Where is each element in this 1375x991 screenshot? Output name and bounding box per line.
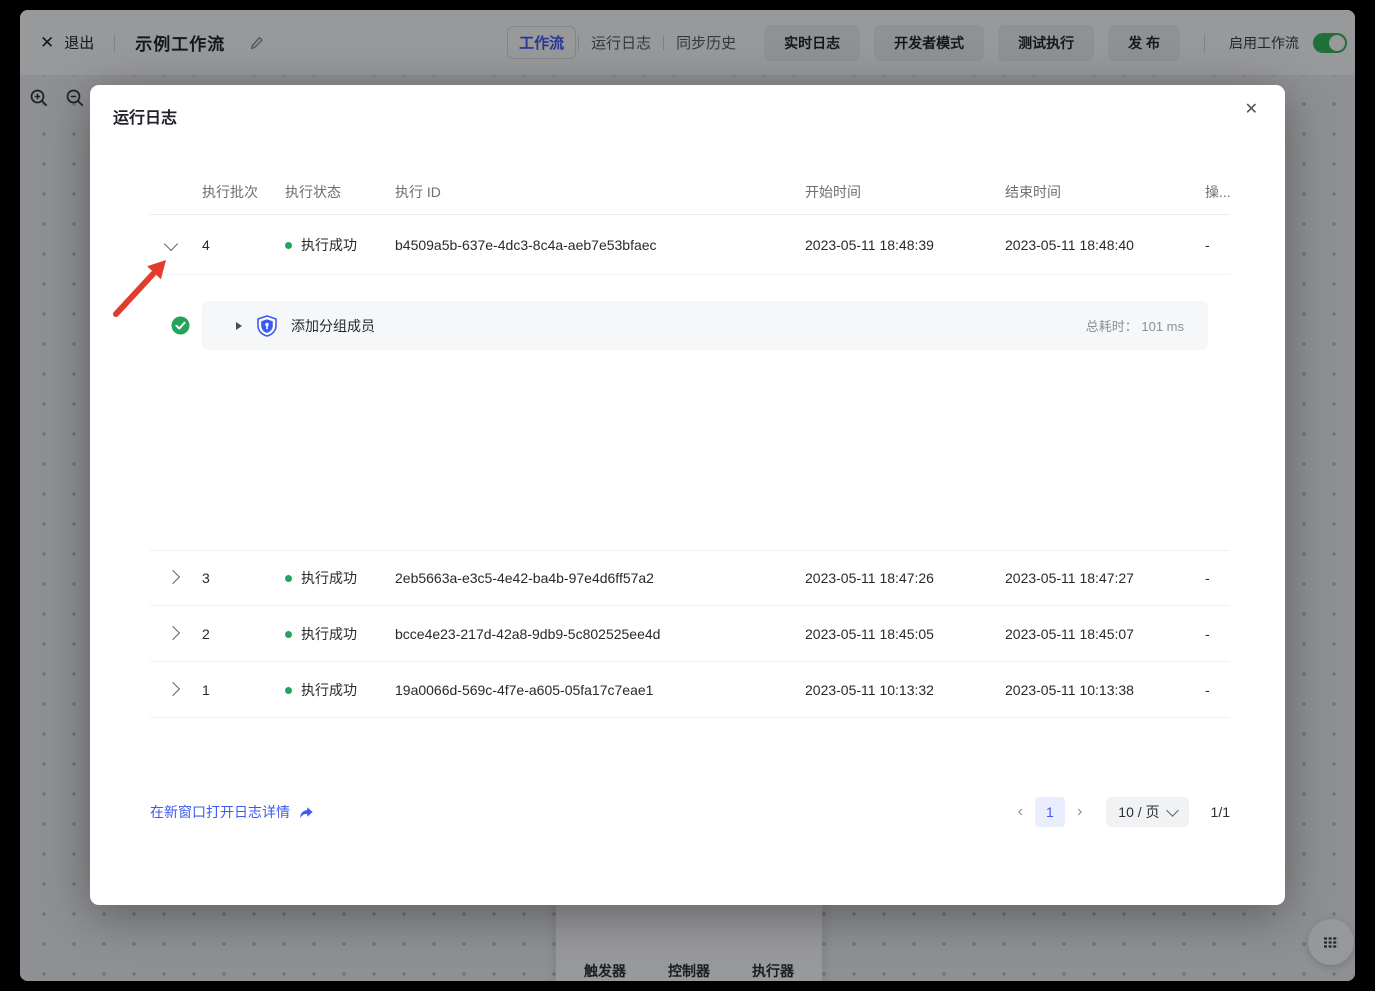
header-batch: 执行批次 [195, 182, 285, 202]
cell-exec-id: 19a0066d-569c-4f7e-a605-05fa17c7eae1 [390, 682, 805, 698]
success-check-icon [171, 316, 190, 340]
header-status: 执行状态 [285, 182, 390, 202]
prev-page-icon[interactable]: ‹ [1010, 804, 1031, 820]
cell-exec-id: b4509a5b-637e-4dc3-8c4a-aeb7e53bfaec [390, 237, 805, 253]
chevron-right-icon[interactable] [150, 569, 195, 587]
share-arrow-icon [298, 805, 314, 820]
cell-batch: 3 [195, 570, 285, 586]
status-dot-icon [285, 631, 292, 638]
cell-end-time: 2023-05-11 10:13:38 [1005, 682, 1205, 698]
cell-batch: 4 [195, 237, 285, 253]
chevron-right-icon[interactable] [150, 681, 195, 699]
cell-batch: 1 [195, 682, 285, 698]
step-row[interactable]: 添加分组成员 总耗时： 101 ms [202, 301, 1208, 350]
pagination: ‹ 1 › 10 / 页 1/1 [1010, 797, 1230, 827]
step-duration: 总耗时： 101 ms [1086, 316, 1184, 335]
table-row[interactable]: 2 执行成功 bcce4e23-217d-42a8-9db9-5c802525e… [150, 606, 1230, 662]
header-end-time: 结束时间 [1005, 182, 1205, 202]
chevron-down-icon[interactable] [150, 236, 195, 254]
step-shield-icon [255, 314, 279, 338]
cell-action: - [1205, 682, 1230, 698]
step-name: 添加分组成员 [291, 316, 375, 336]
cell-start-time: 2023-05-11 18:45:05 [805, 626, 1005, 642]
status-dot-icon [285, 687, 292, 694]
open-log-details-link[interactable]: 在新窗口打开日志详情 [150, 802, 314, 822]
page-size-select[interactable]: 10 / 页 [1106, 797, 1188, 827]
header-exec-id: 执行 ID [390, 182, 805, 202]
cell-exec-id: 2eb5663a-e3c5-4e42-ba4b-97e4d6ff57a2 [390, 570, 805, 586]
spacer [90, 490, 1285, 550]
cell-action: - [1205, 237, 1230, 253]
cell-action: - [1205, 570, 1230, 586]
chevron-down-icon [1166, 804, 1179, 817]
cell-status: 执行成功 [285, 624, 390, 644]
table-row[interactable]: 4 执行成功 b4509a5b-637e-4dc3-8c4a-aeb7e53bf… [150, 215, 1230, 275]
expanded-run-detail: 添加分组成员 总耗时： 101 ms [90, 275, 1285, 490]
cell-start-time: 2023-05-11 18:48:39 [805, 237, 1005, 253]
header-action: 操... [1205, 182, 1230, 202]
cell-action: - [1205, 626, 1230, 642]
cell-start-time: 2023-05-11 18:47:26 [805, 570, 1005, 586]
caret-right-icon[interactable] [236, 322, 242, 330]
chevron-right-icon[interactable] [150, 625, 195, 643]
table-body: 4 执行成功 b4509a5b-637e-4dc3-8c4a-aeb7e53bf… [90, 215, 1285, 718]
run-logs-modal: 运行日志 ✕ 执行批次 执行状态 执行 ID 开始时间 结束时间 操... 4 … [90, 85, 1285, 905]
table-header: 执行批次 执行状态 执行 ID 开始时间 结束时间 操... [90, 170, 1285, 215]
table-row[interactable]: 1 执行成功 19a0066d-569c-4f7e-a605-05fa17c7e… [150, 662, 1230, 718]
table-row[interactable]: 3 执行成功 2eb5663a-e3c5-4e42-ba4b-97e4d6ff5… [150, 550, 1230, 606]
cell-start-time: 2023-05-11 10:13:32 [805, 682, 1005, 698]
cell-end-time: 2023-05-11 18:47:27 [1005, 570, 1205, 586]
modal-footer: 在新窗口打开日志详情 ‹ 1 › 10 / 页 1/1 [150, 797, 1230, 827]
status-dot-icon [285, 575, 292, 582]
page-total: 1/1 [1211, 804, 1230, 820]
cell-status: 执行成功 [285, 680, 390, 700]
cell-status: 执行成功 [285, 235, 390, 255]
cell-end-time: 2023-05-11 18:45:07 [1005, 626, 1205, 642]
modal-close-icon[interactable]: ✕ [1245, 102, 1258, 118]
cell-end-time: 2023-05-11 18:48:40 [1005, 237, 1205, 253]
status-dot-icon [285, 242, 292, 249]
app-screen: ✕ 退出 示例工作流 工作流 运行日志 同步历史 实时日志 开发者模式 [20, 10, 1355, 981]
next-page-icon[interactable]: › [1069, 804, 1090, 820]
modal-title: 运行日志 [113, 104, 177, 128]
current-page-button[interactable]: 1 [1035, 797, 1065, 827]
header-start-time: 开始时间 [805, 182, 1005, 202]
cell-exec-id: bcce4e23-217d-42a8-9db9-5c802525ee4d [390, 626, 805, 642]
cell-batch: 2 [195, 626, 285, 642]
cell-status: 执行成功 [285, 568, 390, 588]
